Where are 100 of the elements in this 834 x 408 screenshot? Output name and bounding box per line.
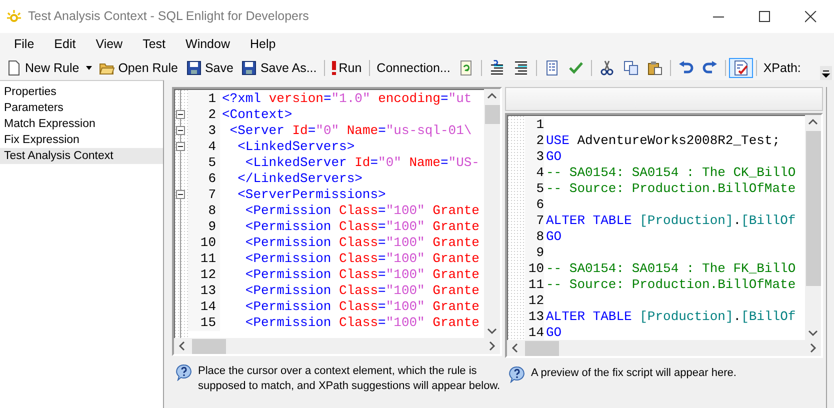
code-line: -- Source: Production.BillOfMate	[545, 277, 796, 293]
line-number: 7	[525, 213, 544, 229]
code-line: <Permission Class="100" Grante	[244, 219, 480, 235]
line-number: 15	[188, 315, 220, 331]
code-line: <?xml version="1.0" encoding="ut	[221, 91, 472, 107]
collapse-icon[interactable]	[176, 110, 185, 119]
menu-item[interactable]: View	[86, 35, 133, 54]
toolbar-button[interactable]: Connection...	[372, 56, 454, 80]
line-number: 11	[188, 251, 220, 267]
new-document-icon	[6, 60, 22, 76]
code-line: GO	[545, 229, 562, 245]
maximize-icon[interactable]	[759, 10, 771, 22]
hint-text: A preview of the fix script will appear here.	[531, 366, 736, 381]
code-line: <Permission Class="100" Grante	[244, 235, 480, 251]
outdent-icon	[513, 60, 530, 76]
indent-icon	[489, 60, 506, 76]
line-number: 8	[525, 229, 544, 245]
window-title: Test Analysis Context - SQL Enlight for Developers	[28, 8, 309, 26]
xml-editor[interactable]	[172, 87, 502, 356]
line-number: 13	[525, 309, 544, 325]
close-icon[interactable]	[805, 10, 817, 22]
line-number: 13	[188, 283, 220, 299]
scroll-thumb[interactable]	[525, 340, 559, 356]
toolbar-button[interactable]: Save	[182, 56, 238, 80]
code-line: <ServerPermissions>	[236, 187, 386, 203]
overflow-icon[interactable]	[820, 66, 832, 80]
menu-item[interactable]: Help	[240, 35, 286, 54]
horizontal-scrollbar[interactable]	[507, 340, 821, 356]
menu-item[interactable]: Test	[132, 35, 176, 54]
collapse-icon[interactable]	[176, 190, 185, 199]
scroll-thumb[interactable]	[806, 131, 820, 286]
code-line: -- SA0154: SA0154 : The CK_BillO	[545, 165, 796, 181]
exclamation-icon	[332, 60, 336, 76]
line-number: 6	[188, 171, 220, 187]
line-number: 4	[188, 139, 220, 155]
vertical-scrollbar[interactable]	[805, 115, 821, 340]
check-icon	[568, 60, 584, 76]
menu-item[interactable]: File	[4, 35, 44, 54]
vertical-scrollbar[interactable]	[484, 89, 500, 338]
redo-icon	[702, 60, 718, 76]
line-number: 4	[525, 165, 544, 181]
line-number: 1	[188, 91, 220, 107]
code-line: <Permission Class="100" Grante	[244, 267, 480, 283]
checklist-icon	[733, 60, 750, 76]
help-icon	[509, 366, 525, 383]
line-number: 10	[525, 261, 544, 277]
code-line: ALTER TABLE [Production].[BillOf	[545, 309, 796, 325]
sidebar-item[interactable]: Match Expression	[0, 116, 163, 132]
code-line: <Permission Class="100" Grante	[244, 203, 480, 219]
checklist-toggle[interactable]	[729, 58, 754, 78]
line-number: 1	[525, 117, 544, 133]
sidebar-item[interactable]: Test Analysis Context	[0, 148, 163, 164]
code-line: USE AdventureWorks2008R2_Test;	[545, 133, 780, 149]
code-line: ALTER TABLE [Production].[BillOf	[545, 213, 796, 229]
menu-item[interactable]: Window	[176, 35, 240, 54]
line-number: 5	[525, 181, 544, 197]
hint-text: Place the cursor over a context element, which the rule is supposed to match, and XPath suggestions will appear below.	[198, 364, 502, 394]
sidebar-item[interactable]: Fix Expression	[0, 132, 163, 148]
scissors-icon	[599, 60, 616, 76]
dropdown-caret-icon[interactable]	[85, 64, 94, 72]
scroll-thumb[interactable]	[484, 105, 500, 124]
line-number: 6	[525, 197, 544, 213]
line-number: 2	[525, 133, 544, 149]
refresh-document-icon	[458, 60, 474, 76]
paste-icon	[647, 60, 664, 76]
line-number: 5	[188, 155, 220, 171]
line-number: 11	[525, 277, 544, 293]
line-number: 14	[188, 299, 220, 315]
code-line: GO	[545, 325, 562, 340]
code-line: <Permission Class="100" Grante	[244, 251, 480, 267]
line-number: 12	[525, 293, 544, 309]
toolbar-button[interactable]: New Rule	[2, 56, 84, 80]
scroll-thumb[interactable]	[192, 338, 226, 354]
line-number: 3	[188, 123, 220, 139]
line-number: 9	[188, 219, 220, 235]
line-number: 8	[188, 203, 220, 219]
code-line: GO	[545, 149, 562, 165]
sidebar-item[interactable]: Properties	[0, 84, 163, 100]
line-number: 7	[188, 187, 220, 203]
code-line: <Server Id="0" Name="us-sql-01\	[228, 123, 472, 139]
collapse-icon[interactable]	[176, 126, 185, 135]
help-icon	[176, 364, 192, 381]
code-line: <LinkedServer Id="0" Name="US-	[244, 155, 480, 171]
code-line: <Permission Class="100" Grante	[244, 283, 480, 299]
collapse-icon[interactable]	[176, 142, 185, 151]
toolbar-button[interactable]: Open Rule	[95, 56, 182, 80]
code-line: <Context>	[221, 107, 292, 123]
undo-icon	[678, 60, 694, 76]
line-number: 10	[188, 235, 220, 251]
sidebar-item[interactable]: Parameters	[0, 100, 163, 116]
horizontal-scrollbar[interactable]	[174, 338, 500, 354]
line-number: 9	[525, 245, 544, 261]
xpath-label: XPath:	[762, 60, 802, 77]
toolbar-button[interactable]: Run	[328, 56, 366, 80]
toolbar-button[interactable]: Save As...	[237, 56, 321, 80]
code-line: <Permission Class="100" Grante	[244, 299, 480, 315]
code-line: -- SA0154: SA0154 : The FK_BillO	[545, 261, 796, 277]
line-number: 3	[525, 149, 544, 165]
line-number: 12	[188, 267, 220, 283]
menu-item[interactable]: Edit	[44, 35, 86, 54]
